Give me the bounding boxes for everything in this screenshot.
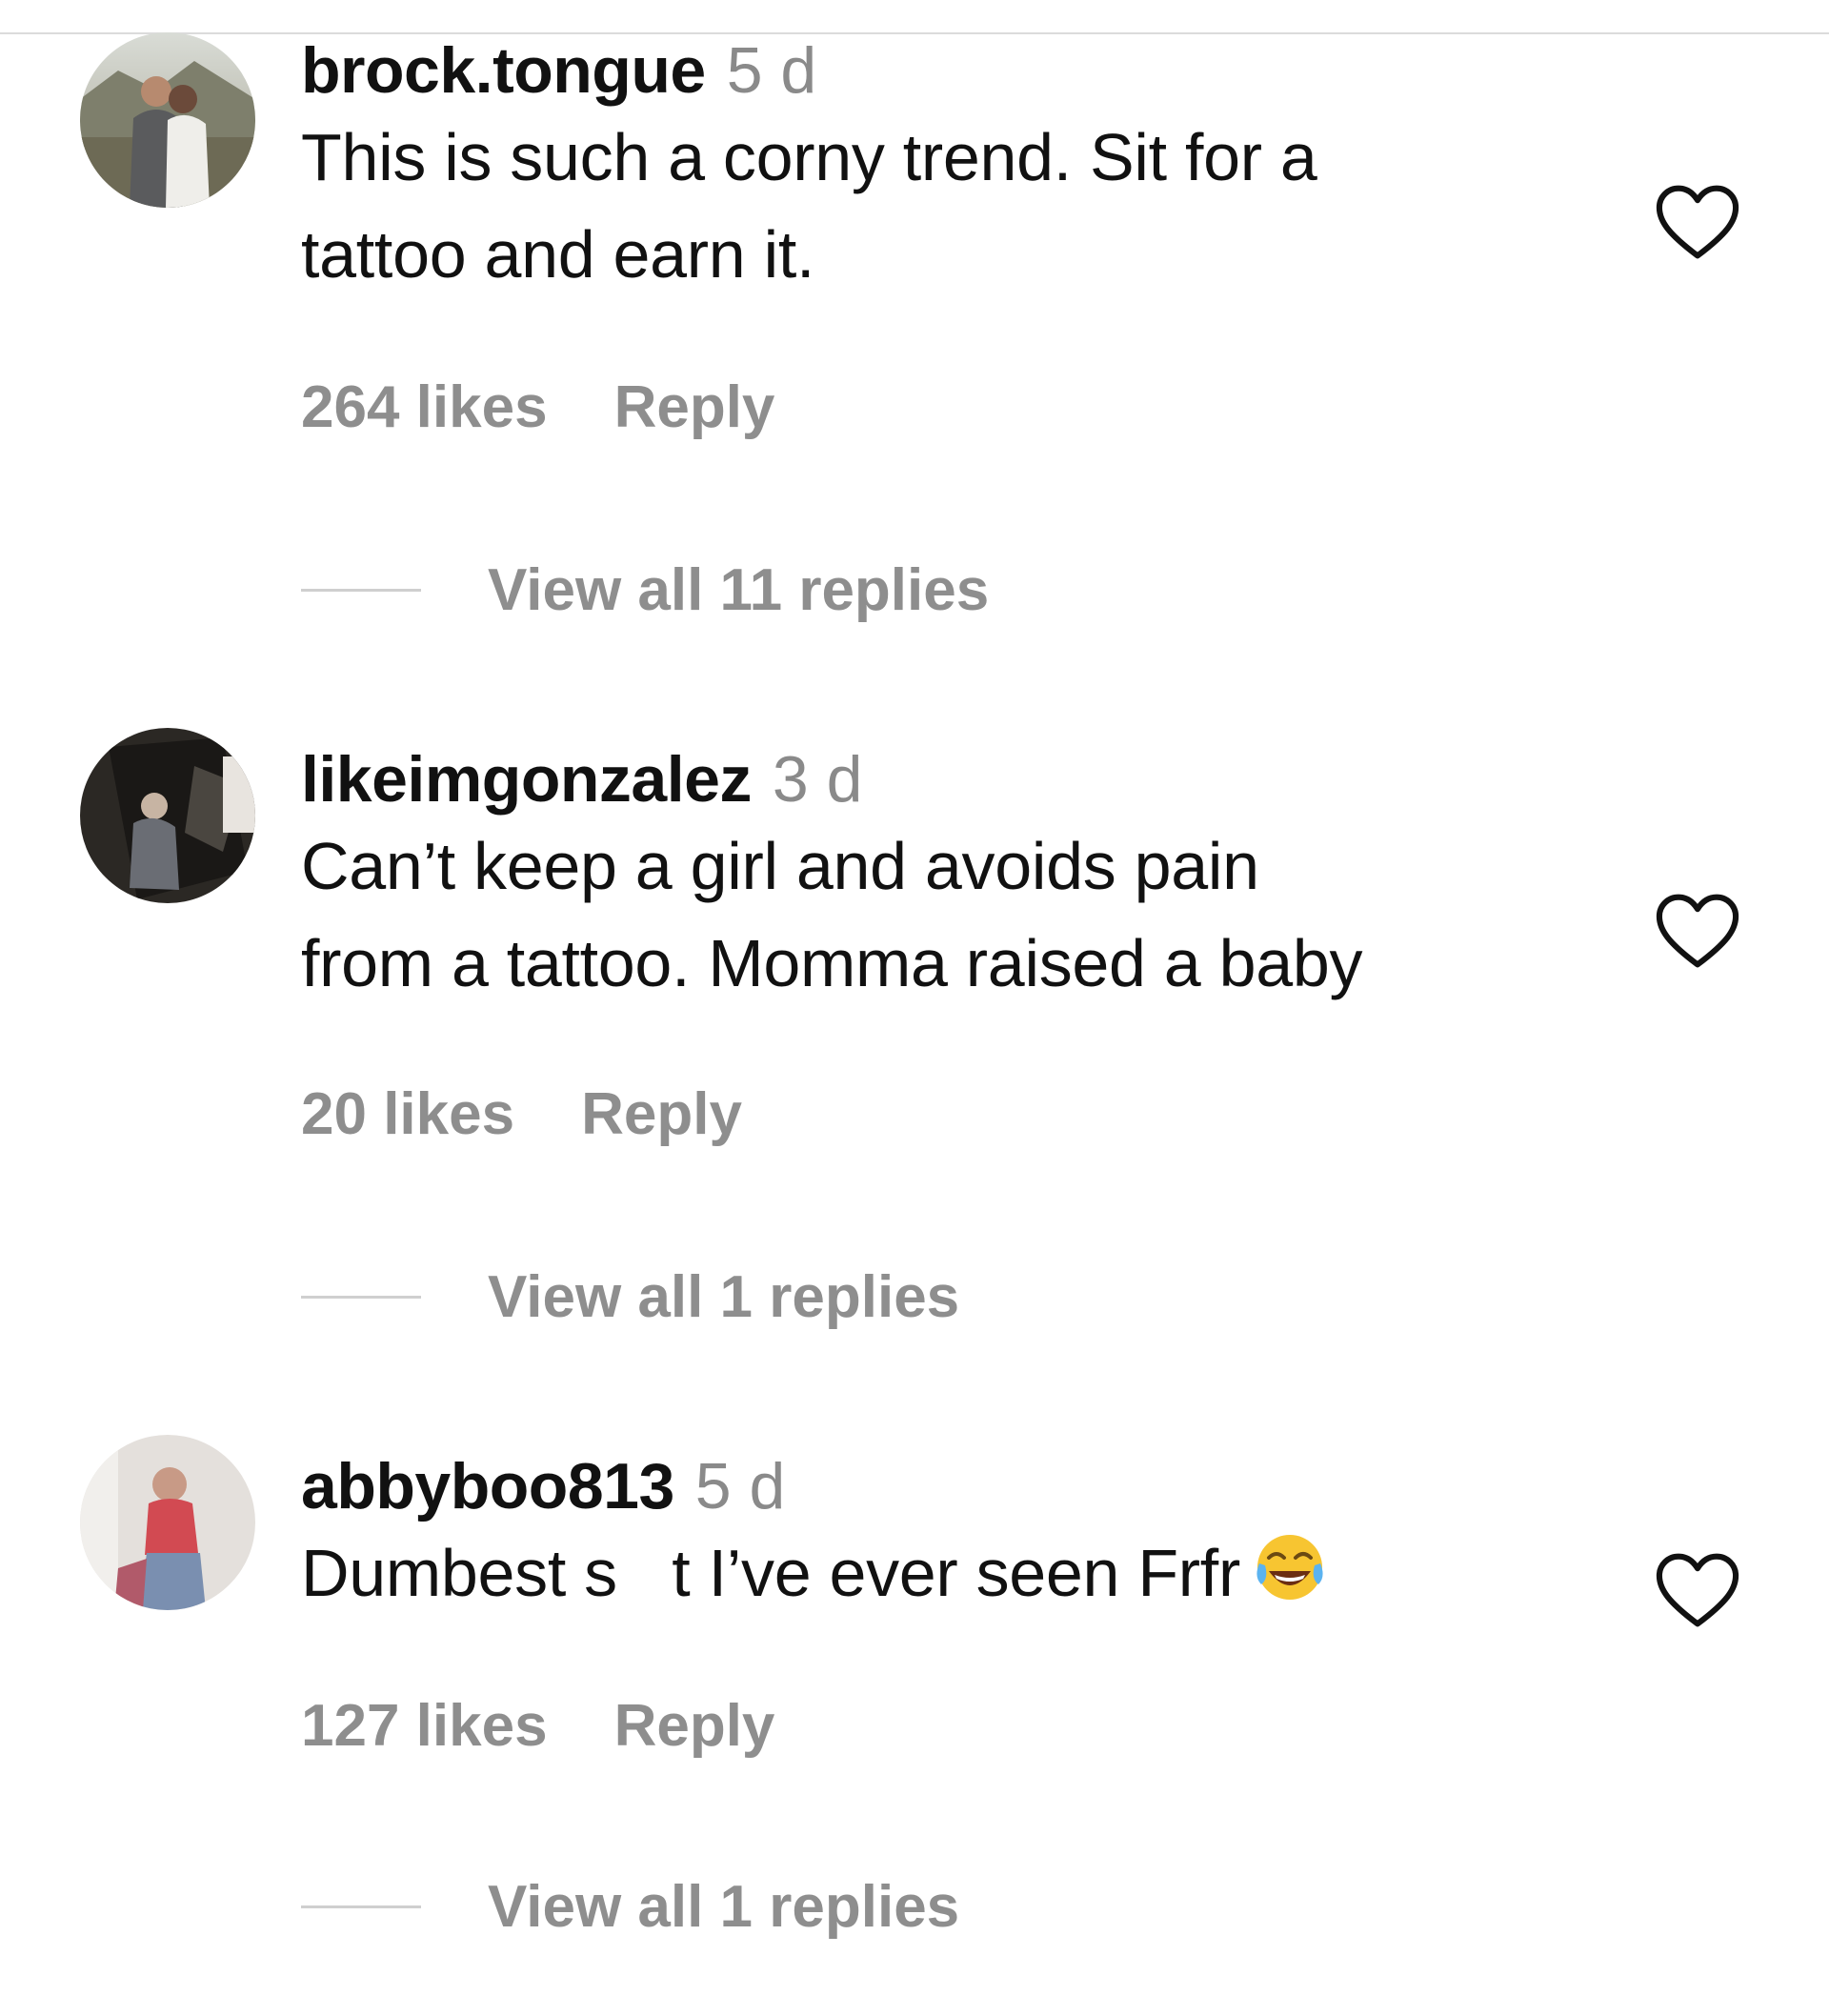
avatar[interactable] bbox=[80, 1435, 255, 1610]
reply-button[interactable]: Reply bbox=[614, 1693, 775, 1759]
view-replies-button[interactable]: View all 1 replies bbox=[301, 1263, 959, 1331]
likes-count[interactable]: 127 likes bbox=[301, 1693, 548, 1759]
user-avatar-couple-photo-icon bbox=[80, 32, 255, 208]
comment-text: This is such a corny trend. Sit for a ta… bbox=[301, 109, 1597, 303]
comment-text-line: Can’t keep a girl and avoids pain bbox=[301, 829, 1259, 903]
comment-header: likeimgonzalez 3 d bbox=[301, 741, 1597, 817]
timestamp[interactable]: 5 d bbox=[727, 34, 817, 107]
view-replies-label: View all 1 replies bbox=[488, 1874, 960, 1940]
replies-divider bbox=[301, 1296, 421, 1299]
comment-text: Can’t keep a girl and avoids pain from a… bbox=[301, 817, 1597, 1012]
comment-text: Dumbest s t I’ve ever seen Frfr bbox=[301, 1524, 1597, 1622]
view-replies-button[interactable]: View all 11 replies bbox=[301, 556, 989, 624]
comment-text-line: This is such a corny trend. Sit for a bbox=[301, 120, 1317, 194]
view-replies-label: View all 1 replies bbox=[488, 1264, 960, 1330]
timestamp[interactable]: 3 d bbox=[773, 743, 863, 816]
like-heart-icon[interactable] bbox=[1654, 183, 1741, 263]
comment-text-line: from a tattoo. Momma raised a baby bbox=[301, 926, 1363, 1000]
replies-divider bbox=[301, 589, 421, 592]
comment-meta: 264 likes Reply bbox=[301, 373, 774, 441]
comment-meta: 127 likes Reply bbox=[301, 1692, 774, 1760]
like-heart-icon[interactable] bbox=[1654, 1551, 1741, 1631]
comment-text-line: Dumbest s t I’ve ever seen Frfr bbox=[301, 1536, 1240, 1610]
avatar[interactable] bbox=[80, 32, 255, 208]
face-with-tears-of-joy-emoji-icon bbox=[1250, 1529, 1330, 1609]
likes-count[interactable]: 20 likes bbox=[301, 1081, 514, 1147]
username[interactable]: likeimgonzalez bbox=[301, 743, 752, 816]
user-avatar-dark-photo-icon bbox=[80, 728, 255, 903]
replies-divider bbox=[301, 1905, 421, 1908]
view-replies-button[interactable]: View all 1 replies bbox=[301, 1873, 959, 1941]
comment-text-line: tattoo and earn it. bbox=[301, 217, 815, 292]
username[interactable]: abbyboo813 bbox=[301, 1450, 674, 1522]
username[interactable]: brock.tongue bbox=[301, 34, 706, 107]
view-replies-label: View all 11 replies bbox=[488, 557, 990, 623]
comment-header: brock.tongue 5 d bbox=[301, 32, 1597, 109]
reply-button[interactable]: Reply bbox=[614, 374, 775, 440]
like-heart-icon[interactable] bbox=[1654, 892, 1741, 972]
comment-header: abbyboo813 5 d bbox=[301, 1448, 1597, 1524]
likes-count[interactable]: 264 likes bbox=[301, 374, 548, 440]
reply-button[interactable]: Reply bbox=[581, 1081, 742, 1147]
user-avatar-girl-photo-icon bbox=[80, 1435, 255, 1610]
avatar[interactable] bbox=[80, 728, 255, 903]
timestamp[interactable]: 5 d bbox=[695, 1450, 786, 1522]
comment-meta: 20 likes Reply bbox=[301, 1080, 742, 1148]
